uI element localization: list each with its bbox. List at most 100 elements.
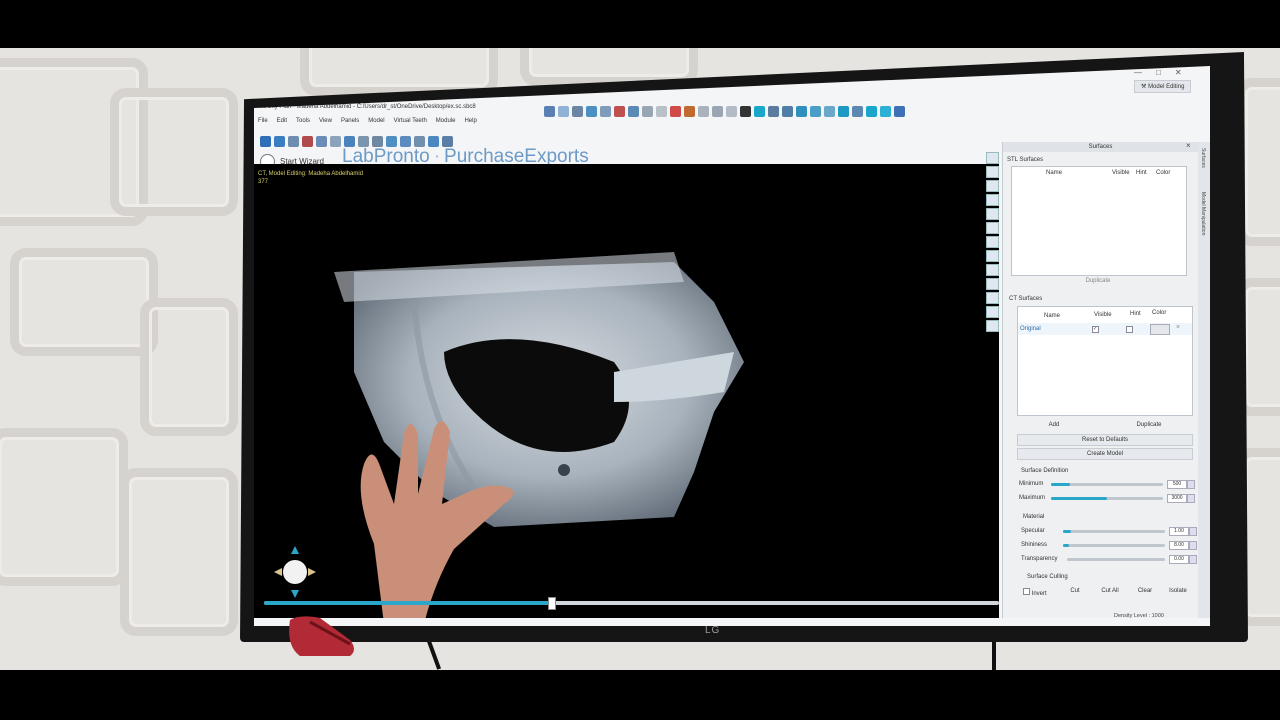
- menu-tools[interactable]: Tools: [296, 118, 310, 130]
- invert-checkbox-row[interactable]: Invert: [1023, 588, 1047, 597]
- menu-edit[interactable]: Edit: [277, 118, 287, 130]
- s-tool-icon[interactable]: [684, 105, 695, 117]
- layout-icon[interactable]: [344, 135, 355, 147]
- ct-duplicate-button[interactable]: Duplicate: [1119, 422, 1179, 428]
- panel-close-icon[interactable]: ×: [1186, 141, 1191, 150]
- maximum-slider[interactable]: [1051, 497, 1163, 500]
- tooth-library-icon[interactable]: [600, 105, 611, 117]
- view-back-icon[interactable]: [986, 194, 999, 206]
- shininess-slider[interactable]: [1063, 544, 1165, 547]
- reset-defaults-button[interactable]: Reset to Defaults: [1017, 434, 1193, 446]
- angle-icon[interactable]: [642, 105, 653, 117]
- view-top-icon[interactable]: [986, 152, 999, 164]
- view-bottom-icon[interactable]: [986, 208, 999, 220]
- measure-distance-icon[interactable]: [372, 135, 383, 147]
- menu-module[interactable]: Module: [436, 118, 456, 130]
- grid-toggle-icon[interactable]: [986, 264, 999, 276]
- reset-view-icon[interactable]: [986, 306, 999, 318]
- create-model-button[interactable]: Create Model: [1017, 448, 1193, 460]
- zoom-icon[interactable]: [768, 105, 779, 117]
- menu-panels[interactable]: Panels: [341, 118, 359, 130]
- maximum-spinner[interactable]: [1187, 494, 1195, 503]
- list-icon[interactable]: [442, 135, 453, 147]
- slice-slider-thumb[interactable]: [548, 597, 556, 610]
- ct-row-hint-checkbox[interactable]: [1126, 326, 1133, 333]
- 3d-viewport[interactable]: CT, Model Editing: Madeha Abdelhamid 377: [254, 164, 999, 618]
- close-icon[interactable]: ✕: [1175, 68, 1182, 77]
- contrast-icon[interactable]: [740, 105, 751, 117]
- minimum-spinner[interactable]: [1187, 480, 1195, 489]
- cut-button[interactable]: Cut: [1063, 588, 1087, 594]
- ct-row-visible-checkbox[interactable]: ✓: [1092, 326, 1099, 333]
- isolate-button[interactable]: Isolate: [1163, 588, 1193, 594]
- menu-view[interactable]: View: [319, 118, 332, 130]
- pan-icon[interactable]: [782, 105, 793, 117]
- cut-all-button[interactable]: Cut All: [1095, 588, 1125, 594]
- menu-virtual-teeth[interactable]: Virtual Teeth: [394, 118, 427, 130]
- cloud-icon[interactable]: [880, 105, 891, 117]
- crown-icon[interactable]: [614, 105, 625, 117]
- maximum-value-field[interactable]: 3000: [1167, 494, 1187, 503]
- guide-icon[interactable]: [428, 135, 439, 147]
- nerve-icon[interactable]: [796, 105, 807, 117]
- save-icon[interactable]: [260, 135, 271, 147]
- menu-help[interactable]: Help: [464, 118, 476, 130]
- stl-duplicate-button[interactable]: Duplicate: [1073, 278, 1123, 284]
- export-icon[interactable]: [274, 135, 285, 147]
- draw-icon[interactable]: [726, 105, 737, 117]
- ct-surfaces-table[interactable]: Name Visible Hint Color Original ✓ ×: [1017, 306, 1193, 416]
- model-editing-button[interactable]: ⚒ Model Editing: [1134, 80, 1192, 93]
- transparency-spinner[interactable]: [1189, 555, 1197, 564]
- shininess-value-field[interactable]: 8.00: [1169, 541, 1189, 550]
- delete-icon[interactable]: [302, 135, 313, 147]
- clear-button[interactable]: Clear: [1133, 588, 1157, 594]
- ct-add-button[interactable]: Add: [1029, 422, 1079, 428]
- text-icon[interactable]: [656, 105, 667, 117]
- minimize-icon[interactable]: —: [1134, 68, 1142, 77]
- specular-spinner[interactable]: [1189, 527, 1197, 536]
- cloud-upload-icon[interactable]: [866, 105, 877, 117]
- layers-icon[interactable]: [986, 292, 999, 304]
- implant-icon[interactable]: [586, 105, 597, 117]
- view-side-icon[interactable]: [986, 180, 999, 192]
- redo-icon[interactable]: [330, 135, 341, 147]
- orientation-gizmo[interactable]: [268, 544, 322, 600]
- c-tool-icon[interactable]: [670, 105, 681, 117]
- ruler-icon[interactable]: [986, 278, 999, 290]
- arch-icon[interactable]: [824, 105, 835, 117]
- panel-icon[interactable]: [852, 105, 863, 117]
- stl-surfaces-table[interactable]: Name Visible Hint Color: [1011, 166, 1187, 276]
- specular-slider[interactable]: [1063, 530, 1165, 533]
- arch-curve-icon[interactable]: [386, 135, 397, 147]
- warning-icon[interactable]: [986, 250, 999, 262]
- ct-row-color-swatch[interactable]: [1150, 324, 1170, 335]
- sleeve-icon[interactable]: [414, 135, 425, 147]
- tab-model-manipulation[interactable]: Model Manipulation: [1200, 192, 1206, 235]
- ct-row-delete-icon[interactable]: ×: [1176, 324, 1180, 331]
- search-icon[interactable]: [358, 135, 369, 147]
- minimum-value-field[interactable]: 500: [1167, 480, 1187, 489]
- menu-file[interactable]: File: [258, 118, 268, 130]
- menu-model[interactable]: Model: [368, 118, 384, 130]
- maximize-icon[interactable]: □: [1156, 68, 1161, 77]
- pen-icon[interactable]: [894, 105, 905, 117]
- spline-icon[interactable]: [810, 105, 821, 117]
- grid-icon[interactable]: [698, 105, 709, 117]
- implant-place-icon[interactable]: [400, 135, 411, 147]
- open-icon[interactable]: [544, 105, 555, 117]
- print-icon[interactable]: [628, 105, 639, 117]
- view-front-icon[interactable]: [986, 166, 999, 178]
- measure-icon[interactable]: [558, 105, 569, 117]
- invert-checkbox[interactable]: [1023, 588, 1030, 595]
- face-icon[interactable]: [986, 222, 999, 234]
- skull-icon[interactable]: [986, 236, 999, 248]
- transparency-slider[interactable]: [1067, 558, 1165, 561]
- cut-icon[interactable]: [712, 105, 723, 117]
- tab-surfaces[interactable]: Surfaces: [1200, 148, 1206, 168]
- tooth-icon[interactable]: [572, 105, 583, 117]
- minimum-slider[interactable]: [1051, 483, 1163, 486]
- undo-icon[interactable]: [316, 135, 327, 147]
- shininess-spinner[interactable]: [1189, 541, 1197, 550]
- table-row[interactable]: Original ✓ ×: [1018, 323, 1192, 335]
- specular-value-field[interactable]: 1.00: [1169, 527, 1189, 536]
